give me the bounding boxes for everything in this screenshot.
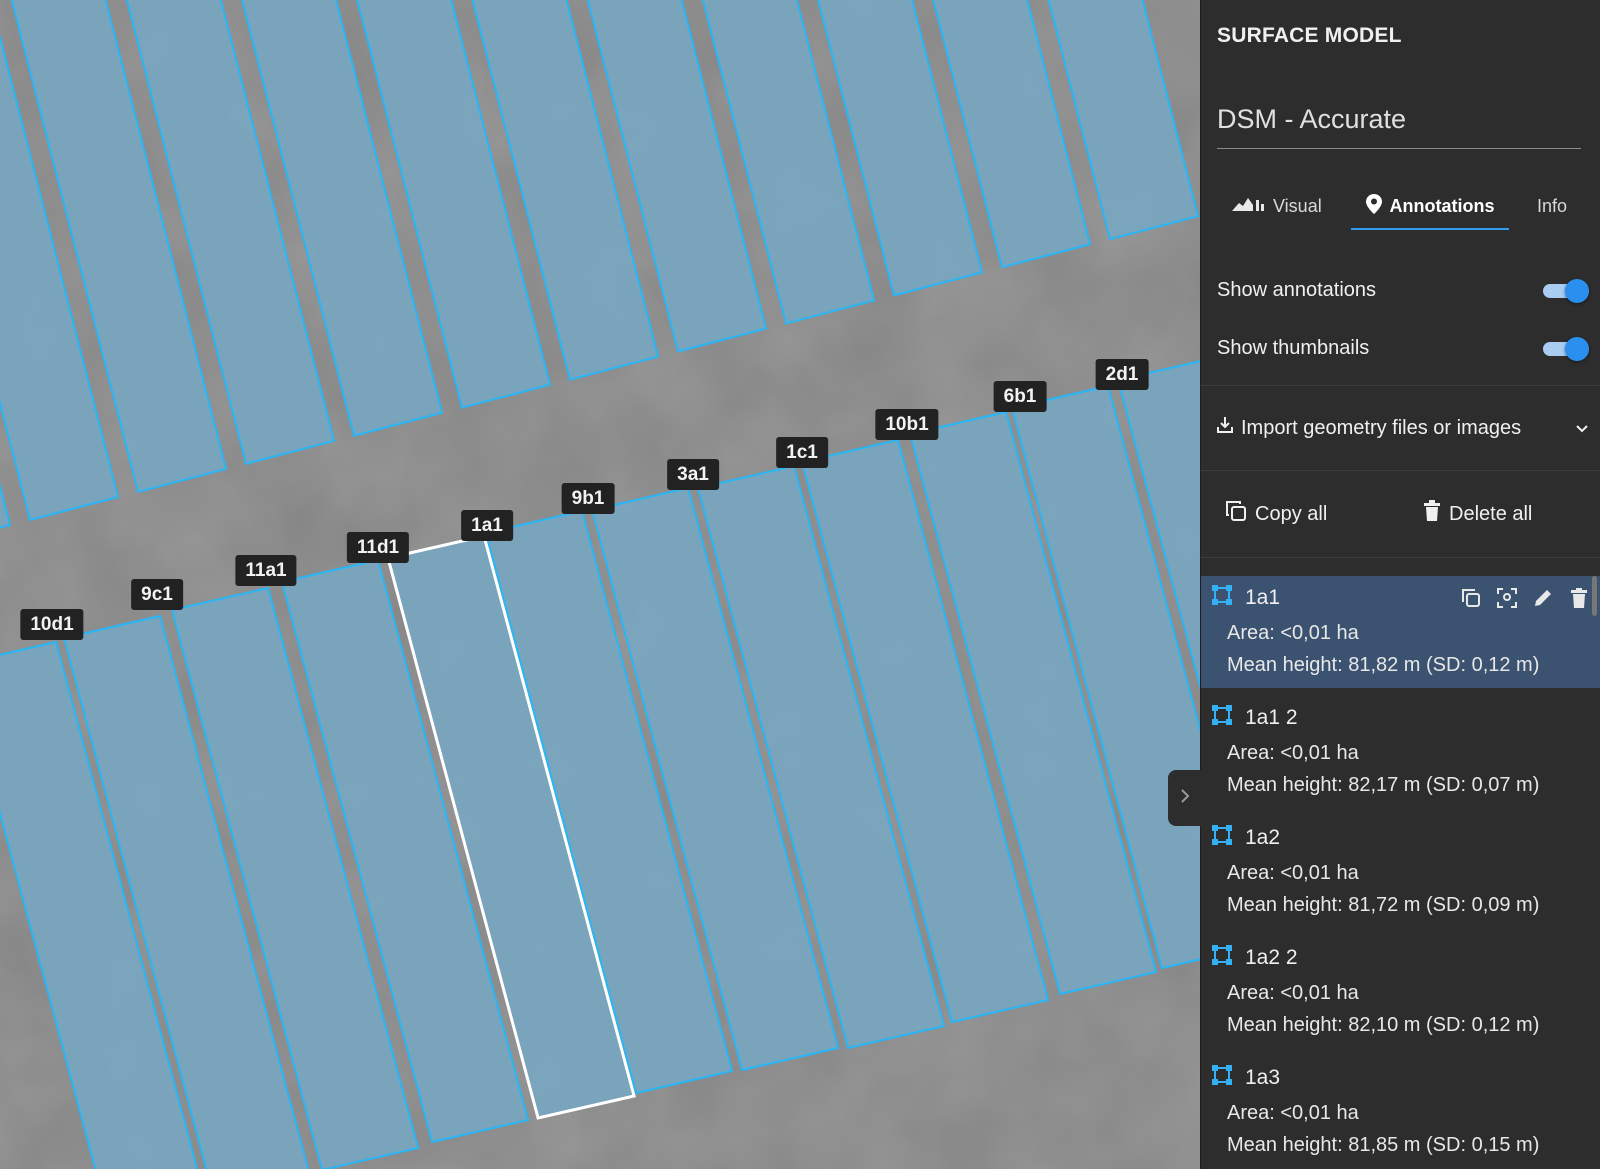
chevron-down-icon	[1575, 417, 1589, 440]
map-pin-icon	[1365, 193, 1382, 219]
annotation-header: 1a2 2	[1211, 944, 1298, 972]
annotation-item[interactable]: 1a2 2 Area: <0,01 ha Mean height: 82,10 m …	[1201, 936, 1600, 1052]
trash-icon[interactable]	[1567, 586, 1591, 610]
annotation-area: Area: <0,01 ha	[1227, 622, 1359, 644]
tab-annotations[interactable]: Annotations	[1351, 184, 1509, 230]
annotation-item[interactable]: 1a1 Area: <0,01 ha Mean height: 81,82 m (S…	[1201, 576, 1600, 688]
annotation-name: 1a1	[1245, 586, 1281, 609]
tab-info-label: Info	[1537, 195, 1568, 216]
polygon-icon	[1211, 584, 1233, 612]
import-geometry-dropdown[interactable]: Import geometry files or images	[1217, 410, 1589, 446]
plot-label[interactable]: 10d1	[20, 609, 84, 640]
annotation-list-scrollbar[interactable]	[1592, 576, 1597, 616]
chevron-right-icon	[1179, 787, 1191, 810]
annotation-header: 1a1 2	[1211, 704, 1298, 732]
locate-icon[interactable]	[1495, 586, 1519, 610]
panel-title: SURFACE MODEL	[1217, 24, 1402, 47]
show-thumbnails-toggle[interactable]	[1541, 337, 1589, 361]
plot-label[interactable]: 11a1	[235, 555, 297, 586]
plot-label[interactable]: 2d1	[1095, 359, 1149, 390]
delete-all-button[interactable]: Delete all	[1423, 496, 1532, 532]
plot-label[interactable]: 3a1	[667, 459, 719, 490]
annotation-mean-height: Mean height: 81,85 m (SD: 0,15 m)	[1227, 1134, 1540, 1156]
annotation-name: 1a2	[1245, 826, 1281, 849]
copy-all-button[interactable]: Copy all	[1225, 496, 1327, 532]
plot-label[interactable]: 9b1	[561, 483, 615, 514]
annotation-header: 1a2	[1211, 824, 1280, 852]
side-panel: SURFACE MODEL DSM - Accurate Visual Anno…	[1200, 0, 1600, 1169]
show-thumbnails-label: Show thumbnails	[1217, 336, 1370, 359]
annotation-mean-height: Mean height: 81,82 m (SD: 0,12 m)	[1227, 654, 1540, 676]
annotation-name: 1a2 2	[1245, 946, 1298, 969]
annotation-area: Area: <0,01 ha	[1227, 862, 1359, 884]
edit-pencil-icon[interactable]	[1531, 586, 1555, 610]
divider	[1201, 470, 1600, 471]
tab-info[interactable]: Info	[1537, 184, 1567, 228]
trash-icon	[1423, 500, 1441, 528]
annotation-actions	[1459, 586, 1591, 610]
annotation-area: Area: <0,01 ha	[1227, 742, 1359, 764]
annotation-mean-height: Mean height: 82,17 m (SD: 0,07 m)	[1227, 774, 1540, 796]
annotation-item[interactable]: 1a3 Area: <0,01 ha Mean height: 81,85 m (S…	[1201, 1056, 1600, 1169]
map-view[interactable]: 10d1 9c1 11a1 11d1 1a1 9b1 3a1 1c1 10b1 6b1 2d1	[0, 0, 1200, 1169]
annotation-header: 1a1	[1211, 584, 1280, 612]
plot-label[interactable]: 10b1	[875, 409, 939, 440]
import-icon	[1217, 416, 1233, 440]
plot-label[interactable]: 1a1	[461, 510, 513, 541]
chart-area-icon	[1231, 195, 1265, 218]
plot-label[interactable]: 1c1	[776, 437, 828, 468]
show-annotations-row: Show annotations	[1217, 274, 1589, 306]
plot-label[interactable]: 6b1	[993, 381, 1047, 412]
annotation-area: Area: <0,01 ha	[1227, 1102, 1359, 1124]
panel-tabs: Visual Annotations Info	[1217, 184, 1591, 230]
annotation-mean-height: Mean height: 81,72 m (SD: 0,09 m)	[1227, 894, 1540, 916]
tab-annotations-label: Annotations	[1389, 195, 1495, 216]
tab-visual[interactable]: Visual	[1231, 184, 1322, 228]
polygon-icon	[1211, 704, 1233, 732]
divider	[1201, 385, 1600, 386]
show-annotations-toggle[interactable]	[1541, 279, 1589, 303]
annotation-name: 1a1 2	[1245, 706, 1298, 729]
tab-visual-label: Visual	[1273, 195, 1322, 216]
copy-icon[interactable]	[1459, 586, 1483, 610]
annotation-item[interactable]: 1a1 2 Area: <0,01 ha Mean height: 82,17 m …	[1201, 696, 1600, 812]
annotation-item[interactable]: 1a2 Area: <0,01 ha Mean height: 81,72 m (S…	[1201, 816, 1600, 932]
annotation-area: Area: <0,01 ha	[1227, 982, 1359, 1004]
collapse-panel-button[interactable]	[1168, 770, 1202, 826]
annotation-header: 1a3	[1211, 1064, 1280, 1092]
copy-icon	[1225, 500, 1247, 528]
surface-model-select[interactable]: DSM - Accurate	[1217, 100, 1581, 149]
polygon-icon	[1211, 824, 1233, 852]
polygon-icon	[1211, 1064, 1233, 1092]
import-label: Import geometry files or images	[1241, 416, 1522, 439]
copy-all-label: Copy all	[1255, 502, 1328, 525]
plot-label[interactable]: 11d1	[346, 532, 410, 563]
show-thumbnails-row: Show thumbnails	[1217, 332, 1589, 364]
show-annotations-label: Show annotations	[1217, 278, 1377, 301]
divider	[1201, 557, 1600, 558]
annotation-name: 1a3	[1245, 1066, 1281, 1089]
annotation-mean-height: Mean height: 82,10 m (SD: 0,12 m)	[1227, 1014, 1540, 1036]
polygon-icon	[1211, 944, 1233, 972]
delete-all-label: Delete all	[1449, 502, 1533, 525]
plot-label[interactable]: 9c1	[131, 579, 183, 610]
